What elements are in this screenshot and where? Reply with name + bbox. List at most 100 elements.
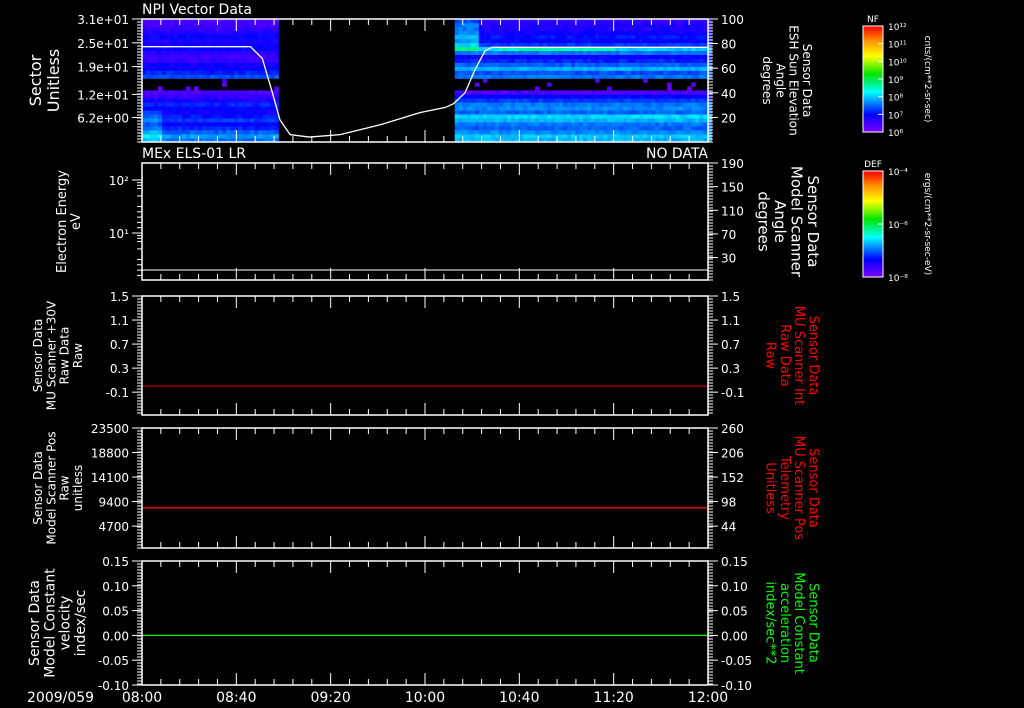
spectrogram-cell [174, 134, 179, 139]
spectrogram-cell [667, 34, 672, 40]
spectrogram-cell [274, 38, 279, 44]
spectrogram-cell [502, 66, 508, 71]
spectrogram-cell [619, 94, 624, 99]
spectrogram-cell [659, 106, 664, 111]
spectrogram-cell [146, 30, 151, 36]
spectrogram-cell [190, 70, 195, 75]
spectrogram-cell [154, 38, 159, 44]
spectrogram-cell [458, 126, 464, 131]
spectrogram-cell [230, 126, 235, 131]
spectrogram-cell [683, 122, 688, 127]
spectrogram-cell [266, 50, 271, 56]
spectrogram-cell [170, 50, 175, 56]
spectrogram-cell [454, 22, 460, 28]
spectrogram-cell [510, 118, 516, 123]
spectrogram-cell [190, 126, 195, 131]
spectrogram-cell [486, 102, 492, 107]
spectrogram-cell [611, 58, 616, 63]
spectrogram-cell [631, 66, 636, 71]
spectrogram-cell [270, 110, 275, 115]
spectrogram-cell [190, 134, 195, 139]
spectrogram-cell [182, 58, 187, 63]
spectrogram-cell [150, 94, 155, 99]
spectrogram-cell [190, 102, 195, 107]
spectrogram-cell [470, 34, 476, 40]
spectrogram-cell [546, 54, 552, 59]
spectrogram-cell [222, 30, 227, 36]
spectrogram-cell [154, 54, 159, 59]
left-tick-label: 1.9e+01 [77, 61, 129, 75]
spectrogram-cell [647, 42, 652, 48]
spectrogram-cell [230, 50, 235, 56]
spectrogram-cell [466, 50, 472, 56]
spectrogram-cell [558, 98, 564, 103]
spectrogram-cell [570, 102, 576, 107]
spectrogram-cell [146, 106, 151, 111]
spectrogram-cell [158, 46, 163, 52]
spectrogram-cell [574, 50, 580, 56]
spectrogram-cell [186, 62, 191, 67]
spectrogram-cell [258, 94, 263, 99]
spectrogram-cell [170, 90, 175, 95]
spectrogram-cell [238, 98, 243, 103]
spectrogram-cell [174, 46, 179, 52]
spectrogram-cell [695, 106, 700, 111]
spectrogram-cell [591, 54, 596, 59]
spectrogram-cell [554, 98, 560, 103]
spectrogram-cell [506, 58, 512, 63]
spectrogram-cell [218, 118, 223, 123]
spectrogram-cell [639, 62, 644, 67]
spectrogram-cell [482, 110, 488, 115]
spectrogram-cell [178, 90, 183, 95]
panel-5: 0.150.100.050.00-0.05-0.100.150.100.050.… [27, 555, 821, 693]
spectrogram-cell [522, 42, 528, 48]
spectrogram-cell [691, 114, 696, 119]
spectrogram-cell [671, 106, 676, 111]
spectrogram-cell [198, 26, 203, 32]
spectrogram-cell [599, 114, 604, 119]
spectrogram-cell [663, 62, 668, 67]
spectrogram-cell [667, 134, 672, 139]
axis-label-line: Sensor Data [805, 316, 820, 396]
spectrogram-cell [214, 70, 219, 75]
spectrogram-cell [482, 42, 488, 48]
spectrogram-cell [238, 110, 243, 115]
spectrogram-cell [502, 58, 508, 63]
spectrogram-cell [566, 118, 572, 123]
spectrogram-cell [170, 106, 175, 111]
spectrogram-cell [266, 90, 271, 95]
spectrogram-cell [647, 58, 652, 63]
spectrogram-cell [206, 98, 211, 103]
spectrogram-cell [242, 22, 247, 28]
spectrogram-cell [506, 90, 512, 95]
spectrogram-cell [554, 130, 560, 135]
spectrogram-cell [490, 90, 496, 95]
spectrogram-cell [154, 22, 159, 28]
spectrogram-cell [566, 54, 572, 59]
spectrogram-cell [218, 66, 223, 71]
axis-label-line: Model Scanner [787, 166, 805, 278]
spectrogram-cell [190, 38, 195, 44]
spectrogram-cell [562, 22, 568, 28]
spectrogram-cell [206, 110, 211, 115]
colorbar-tick-label: 10¹² [888, 23, 907, 33]
spectrogram-cell [226, 114, 231, 119]
spectrogram-cell [206, 90, 211, 95]
spectrogram-cell [230, 58, 235, 63]
spectrogram-cell [238, 22, 243, 28]
spectrogram-cell [186, 70, 191, 75]
spectrogram-cell [162, 122, 167, 127]
spectrogram-cell [542, 134, 548, 139]
right-tick-label: 40 [721, 87, 736, 101]
spectrogram-cell [695, 50, 700, 56]
spectrogram-cell [466, 38, 472, 44]
spectrogram-cell [663, 90, 668, 95]
spectrogram-cell [607, 90, 612, 95]
spectrogram-cell [683, 98, 688, 103]
spectrogram-cell [623, 26, 628, 32]
spectrogram-cell [506, 118, 512, 123]
spectrogram-cell [627, 38, 632, 44]
spectrogram-cell [514, 66, 520, 71]
spectrogram-cell [627, 74, 632, 79]
spectrogram-cell [595, 42, 600, 48]
